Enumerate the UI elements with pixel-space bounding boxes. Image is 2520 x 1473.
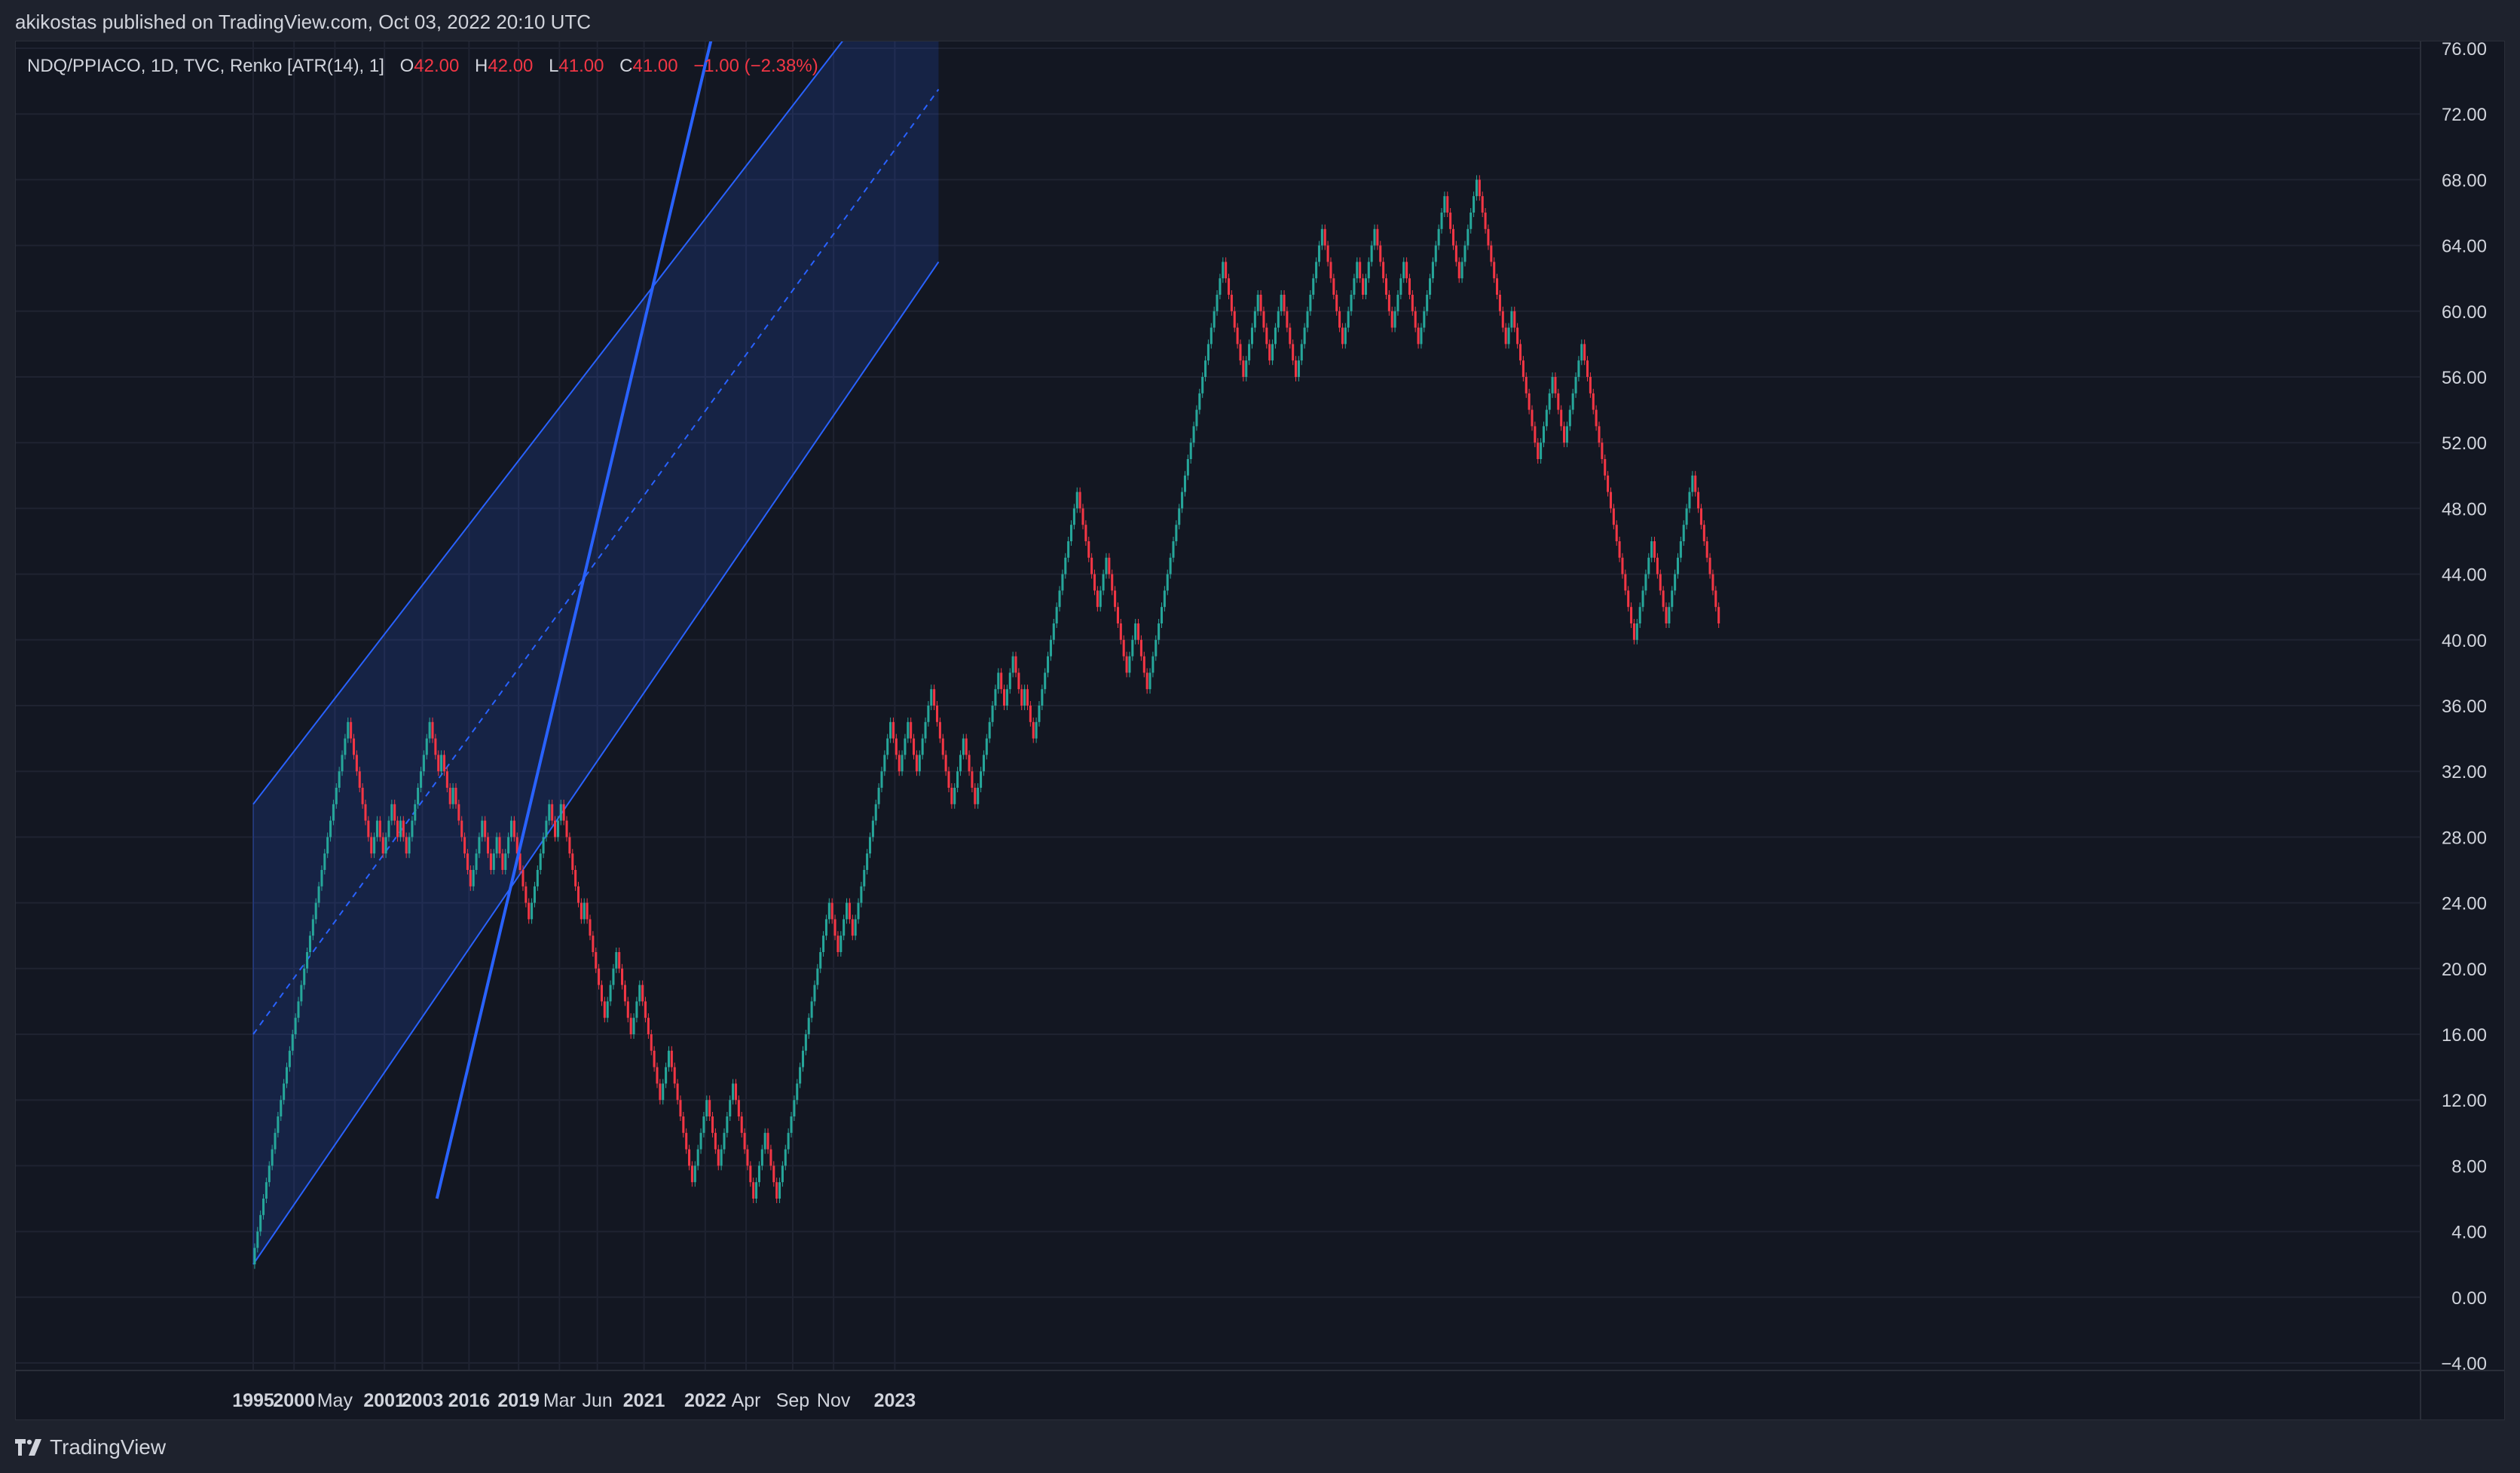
y-tick-label: 56.00 [2442,368,2487,388]
x-tick-label: 2019 [497,1390,540,1411]
x-tick-label: 2022 [684,1390,726,1411]
symbol-legend: NDQ/PPIACO, 1D, TVC, Renko [ATR(14), 1] … [27,56,818,77]
x-tick-label: Apr [732,1390,761,1411]
y-tick-label: 12.00 [2442,1091,2487,1111]
low-label: L [549,56,559,76]
x-tick-label: 2021 [623,1390,665,1411]
y-tick-label: 4.00 [2451,1223,2487,1243]
x-tick-label: Mar [543,1390,576,1411]
y-tick-label: 24.00 [2442,894,2487,914]
open-label: O [399,56,414,76]
x-tick-label: May [317,1390,353,1411]
y-tick-label: 68.00 [2442,170,2487,191]
symbol-info: NDQ/PPIACO, 1D, TVC, Renko [ATR(14), 1] [27,56,384,76]
x-tick-label: 2023 [874,1390,916,1411]
x-tick-label: 2000 [273,1390,315,1411]
y-tick-label: 36.00 [2442,697,2487,717]
tradingview-logo[interactable]: TradingView [15,1435,166,1459]
low-value: 41.00 [558,56,604,76]
close-value: 41.00 [632,56,678,76]
high-value: 42.00 [488,56,534,76]
y-tick-label: 20.00 [2442,960,2487,980]
x-tick-label: 2003 [402,1390,444,1411]
close-label: C [619,56,633,76]
high-label: H [474,56,488,76]
x-tick-label: 1995 [232,1390,274,1411]
y-tick-label: 0.00 [2451,1288,2487,1309]
y-tick-label: 28.00 [2442,828,2487,848]
regression-channel-fill [253,41,939,1265]
plot-area [252,41,1720,1269]
y-tick-label: 60.00 [2442,302,2487,323]
y-tick-label: 64.00 [2442,237,2487,257]
x-tick-label: 2016 [448,1390,491,1411]
bottom-bar: TradingView [0,1420,2520,1473]
y-tick-label: 44.00 [2442,565,2487,586]
x-tick-label: Nov [817,1390,851,1411]
open-value: 42.00 [414,56,460,76]
y-tick-label: 16.00 [2442,1025,2487,1046]
y-tick-label: 72.00 [2442,105,2487,125]
y-tick-label: 8.00 [2451,1156,2487,1177]
y-tick-label: 48.00 [2442,499,2487,519]
y-tick-label: 52.00 [2442,433,2487,454]
tradingview-logo-icon [15,1439,41,1456]
y-tick-label: 76.00 [2442,39,2487,60]
x-tick-label: Jun [583,1390,613,1411]
chart-svg[interactable]: 76.00 72.00 68.00 64.00 60.00 56.00 52.00 48.00… [0,0,2520,1473]
brand-name: TradingView [50,1435,167,1459]
x-tick-label: Sep [776,1390,809,1411]
x-tick-label: 2001 [363,1390,405,1411]
y-tick-label: 40.00 [2442,631,2487,651]
y-tick-label: 32.00 [2442,762,2487,782]
change-value: −1.00 (−2.38%) [693,56,818,76]
